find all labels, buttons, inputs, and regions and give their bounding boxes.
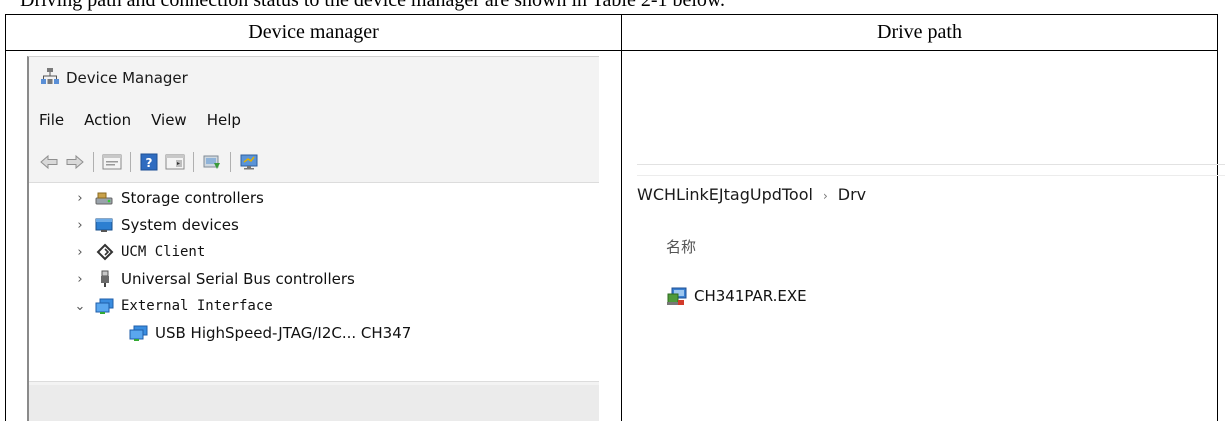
device-tree: › Storage controllers › System devices ›… — [29, 182, 599, 382]
device-manager-window: Device Manager File Action View Help ? ›… — [27, 56, 599, 421]
divider — [637, 175, 1225, 176]
tree-item-label: UCM Client — [121, 244, 206, 260]
help-icon[interactable]: ? — [139, 153, 159, 171]
back-icon[interactable] — [39, 153, 59, 171]
ucm-client-icon — [95, 243, 115, 261]
usb-icon — [95, 270, 115, 288]
caption-text: Driving path and connection status to th… — [20, 0, 726, 11]
monitor-icon[interactable] — [239, 153, 259, 171]
breadcrumb-item-drv[interactable]: Drv — [838, 185, 866, 204]
breadcrumb: WCHLinkEJtagUpdTool › Drv — [637, 185, 866, 204]
menu-bar: File Action View Help — [39, 111, 261, 129]
breadcrumb-item-folder[interactable]: WCHLinkEJtagUpdTool — [637, 185, 813, 204]
file-name: CH341PAR.EXE — [694, 287, 807, 305]
toolbar-separator — [130, 152, 131, 172]
tree-item-system-devices[interactable]: › System devices — [73, 212, 239, 238]
svg-text:?: ? — [146, 156, 153, 170]
status-bar — [29, 385, 599, 421]
window-title: Device Manager — [66, 69, 188, 87]
chevron-right-icon[interactable]: › — [73, 218, 87, 233]
details-icon[interactable] — [165, 153, 185, 171]
properties-icon[interactable] — [102, 153, 122, 171]
menu-help[interactable]: Help — [207, 111, 241, 129]
tree-item-ucm-client[interactable]: › UCM Client — [73, 239, 205, 265]
device-manager-app-icon — [41, 67, 59, 89]
toolbar: ? — [39, 151, 265, 173]
toolbar-separator — [193, 152, 194, 172]
toolbar-separator — [230, 152, 231, 172]
forward-icon[interactable] — [65, 153, 85, 171]
tree-item-ch347-device[interactable]: USB HighSpeed-JTAG/I2C... CH347 — [129, 320, 411, 346]
installer-exe-icon — [666, 285, 688, 307]
chevron-right-icon[interactable]: › — [73, 191, 87, 206]
tree-item-external-interface[interactable]: ⌄ External Interface — [73, 293, 273, 319]
chevron-right-icon[interactable]: › — [73, 272, 87, 287]
system-devices-icon — [95, 216, 115, 234]
external-interface-icon — [95, 297, 115, 315]
tree-item-usb-controllers[interactable]: › Universal Serial Bus controllers — [73, 266, 355, 292]
breadcrumb-separator: › — [822, 189, 828, 203]
page-caption: Driving path and connection status to th… — [0, 0, 1225, 14]
menu-file[interactable]: File — [39, 111, 64, 129]
file-item[interactable]: CH341PAR.EXE — [666, 285, 807, 307]
window-title-bar: Device Manager — [41, 67, 188, 89]
comparison-table: Device manager Drive path Device Manager… — [5, 14, 1225, 421]
tree-item-storage-controllers[interactable]: › Storage controllers — [73, 185, 264, 211]
storage-controller-icon — [95, 189, 115, 207]
menu-action[interactable]: Action — [84, 111, 131, 129]
divider — [637, 164, 1225, 165]
header-device-manager: Device manager — [5, 14, 622, 51]
interface-device-icon — [129, 324, 149, 342]
header-drive-path: Drive path — [621, 14, 1218, 51]
update-driver-icon[interactable] — [202, 153, 222, 171]
chevron-down-icon[interactable]: ⌄ — [73, 299, 87, 314]
menu-view[interactable]: View — [151, 111, 187, 129]
tree-item-label: Universal Serial Bus controllers — [121, 270, 355, 288]
device-manager-cell: Device Manager File Action View Help ? ›… — [5, 50, 622, 421]
tree-item-label: USB HighSpeed-JTAG/I2C... CH347 — [155, 324, 412, 342]
toolbar-separator — [93, 152, 94, 172]
column-header-name[interactable]: 名称 — [666, 236, 696, 257]
tree-item-label: Storage controllers — [121, 189, 264, 207]
tree-item-label: System devices — [121, 216, 239, 234]
chevron-right-icon[interactable]: › — [73, 245, 87, 260]
table-header-row: Device manager Drive path — [5, 14, 1218, 51]
tree-item-label: External Interface — [121, 298, 273, 314]
table-body-row: Device Manager File Action View Help ? ›… — [5, 50, 1225, 421]
drive-path-cell: WCHLinkEJtagUpdTool › Drv 名称 CH341PAR.EXE — [621, 50, 1225, 421]
